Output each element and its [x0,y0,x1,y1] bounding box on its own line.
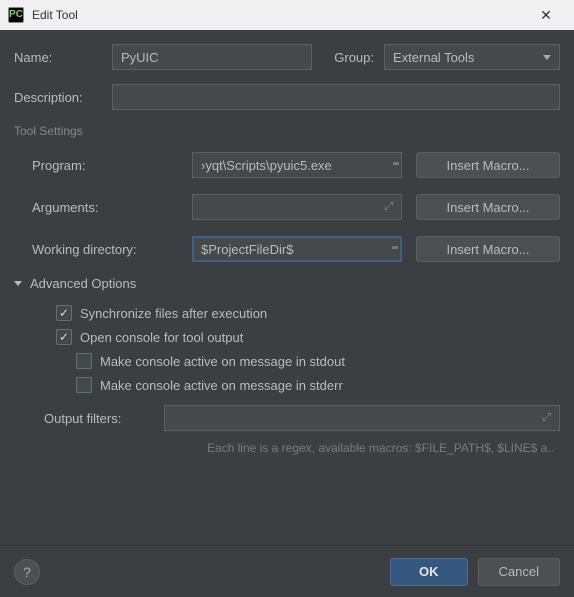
group-value: External Tools [393,50,474,65]
description-input[interactable] [112,84,560,110]
working-dir-label: Working directory: [32,242,192,257]
chevron-down-icon [14,281,22,286]
open-console-checkbox[interactable]: Open console for tool output [14,329,560,345]
checkbox-icon [56,329,72,345]
cancel-button[interactable]: Cancel [478,558,560,586]
ok-button[interactable]: OK [390,558,468,586]
checkbox-icon [76,377,92,393]
group-select[interactable]: External Tools [384,44,560,70]
checkbox-icon [76,353,92,369]
tool-settings-heading: Tool Settings [14,124,560,138]
working-dir-insert-macro-button[interactable]: Insert Macro... [416,236,560,262]
program-insert-macro-button[interactable]: Insert Macro... [416,152,560,178]
arguments-label: Arguments: [32,200,192,215]
group-label: Group: [312,50,374,65]
bottombar: ? OK Cancel [0,545,574,597]
output-filters-input[interactable]: ⤢ [164,405,560,431]
close-icon[interactable]: ✕ [526,0,566,30]
advanced-options-heading: Advanced Options [30,276,136,291]
dialog-title: Edit Tool [32,8,526,22]
name-label: Name: [14,50,112,65]
titlebar: PC Edit Tool ✕ [0,0,574,30]
advanced-options-toggle[interactable]: Advanced Options [14,276,560,291]
stderr-active-checkbox[interactable]: Make console active on message in stderr [14,377,560,393]
arguments-insert-macro-button[interactable]: Insert Macro... [416,194,560,220]
expand-icon[interactable]: ⤢ [384,201,393,214]
description-label: Description: [14,90,112,105]
chevron-down-icon [543,55,551,60]
checkbox-icon [56,305,72,321]
expand-icon[interactable]: ⤢ [542,412,551,425]
app-icon: PC [8,7,24,23]
output-filters-label: Output filters: [44,411,164,426]
program-label: Program: [32,158,192,173]
stdout-active-checkbox[interactable]: Make console active on message in stdout [14,353,560,369]
output-filters-hint: Each line is a regex, available macros: … [14,441,560,455]
working-dir-input[interactable]: $ProjectFileDir$ [192,236,402,262]
program-input[interactable]: ›yqt\Scripts\pyuic5.exe [192,152,402,178]
help-button[interactable]: ? [14,559,40,585]
name-input[interactable]: PyUIC [112,44,312,70]
sync-files-checkbox[interactable]: Synchronize files after execution [14,305,560,321]
arguments-input[interactable]: ⤢ [192,194,402,220]
